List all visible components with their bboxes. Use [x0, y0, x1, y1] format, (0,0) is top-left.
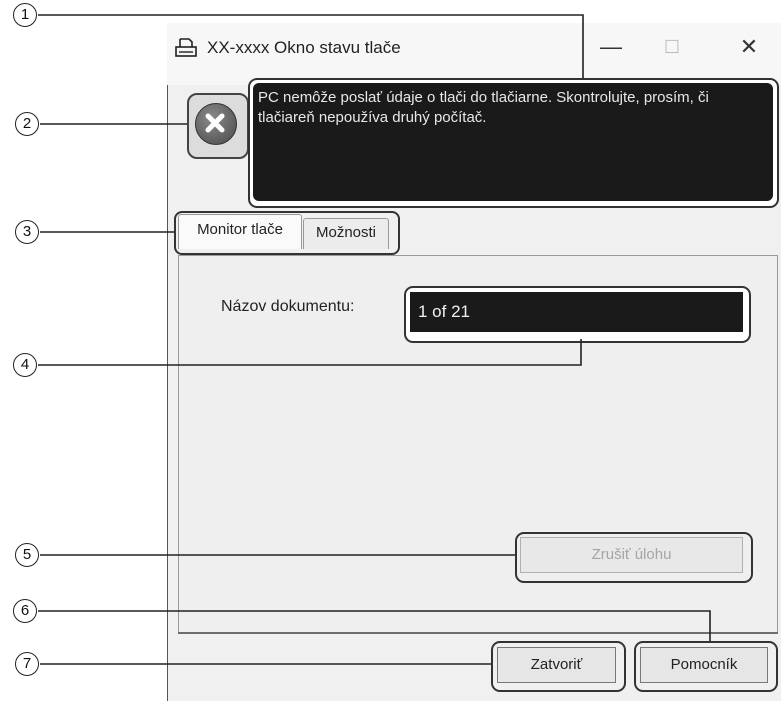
leader-line-1 — [38, 14, 584, 78]
callout-2: 2 — [15, 112, 39, 136]
callout-leader-lines — [38, 14, 711, 665]
leader-line-4 — [38, 339, 582, 366]
callout-5: 5 — [15, 543, 39, 567]
callout-6: 6 — [13, 599, 37, 623]
callout-7: 7 — [15, 652, 39, 676]
leader-line-6 — [38, 610, 711, 641]
callout-4: 4 — [13, 353, 37, 377]
callout-1: 1 — [13, 3, 37, 27]
callout-3: 3 — [15, 220, 39, 244]
